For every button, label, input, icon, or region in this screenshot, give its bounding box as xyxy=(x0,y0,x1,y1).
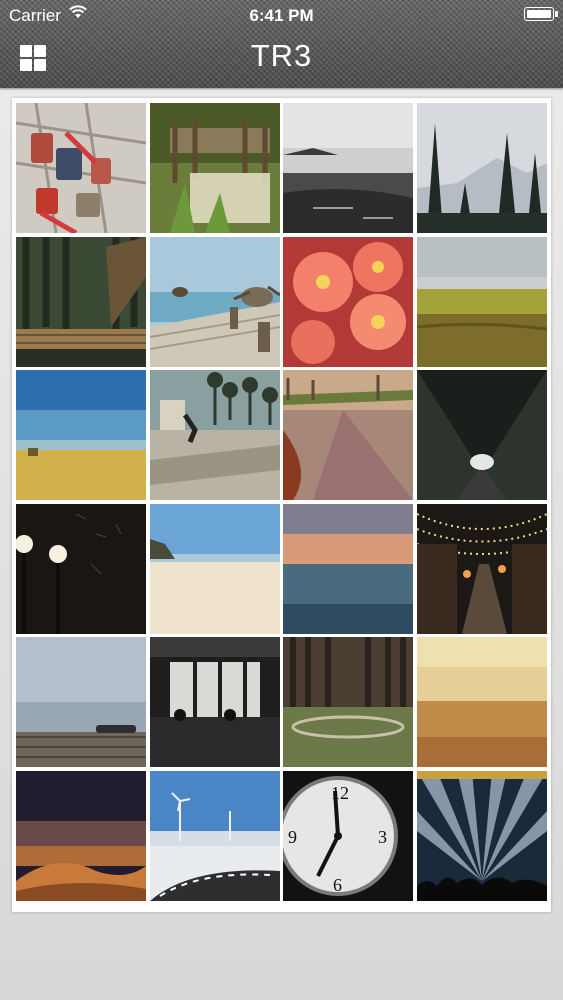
photo-image xyxy=(16,771,146,901)
svg-text:9: 9 xyxy=(288,827,297,847)
photo-image xyxy=(283,237,413,367)
photo-tile-wind-turbines-road[interactable] xyxy=(150,771,280,901)
photo-image xyxy=(417,370,547,500)
photo-image xyxy=(150,103,280,233)
photo-tile-street-lamps-night[interactable] xyxy=(16,504,146,634)
photo-image xyxy=(150,504,280,634)
photo-tile-concert-stage-lights[interactable] xyxy=(417,771,547,901)
svg-text:3: 3 xyxy=(378,827,387,847)
photo-tile-coral-flowers[interactable] xyxy=(283,237,413,367)
photo-tile-clock-face[interactable]: 12 3 6 9 xyxy=(283,771,413,901)
photo-image xyxy=(16,237,146,367)
photo-tile-skateboarder-palm-trees[interactable] xyxy=(150,370,280,500)
photo-tile-pine-forest-clearing[interactable] xyxy=(283,637,413,767)
clock: 6:41 PM xyxy=(249,6,314,25)
photo-image xyxy=(16,504,146,634)
page-title: TR3 xyxy=(250,38,313,73)
photo-tile-desert-dunes-dusk[interactable] xyxy=(16,771,146,901)
svg-text:6: 6 xyxy=(333,875,342,895)
battery-icon xyxy=(524,7,558,21)
photo-tile-sandy-beach[interactable] xyxy=(150,504,280,634)
photo-image xyxy=(417,103,547,233)
photo-tile-blue-sky-wheat-field[interactable] xyxy=(16,370,146,500)
photo-image xyxy=(150,771,280,901)
photo-image xyxy=(417,771,547,901)
photo-tile-tree-tunnel-road[interactable] xyxy=(417,370,547,500)
photo-image xyxy=(16,103,146,233)
photo-tile-foggy-lake[interactable] xyxy=(283,103,413,233)
svg-text:12: 12 xyxy=(331,783,349,803)
photo-tile-golden-wheat-field[interactable] xyxy=(417,237,547,367)
photo-image xyxy=(16,370,146,500)
photo-image xyxy=(417,237,547,367)
photo-image xyxy=(16,637,146,767)
photo-grid-card: 12 3 6 9 xyxy=(12,98,551,912)
photo-grid: 12 3 6 9 xyxy=(16,103,547,903)
navigation-bar: Carrier 6:41 PM TR3 xyxy=(0,0,563,88)
photo-image xyxy=(417,504,547,634)
photo-tile-pine-trees-mountains[interactable] xyxy=(417,103,547,233)
photo-tile-misty-sunset-sea[interactable] xyxy=(283,504,413,634)
photo-tile-wooden-deck-misty-sea[interactable] xyxy=(16,637,146,767)
photo-tile-string-lights-street[interactable] xyxy=(417,504,547,634)
photo-image xyxy=(417,637,547,767)
photo-tile-desert-horizon[interactable] xyxy=(417,637,547,767)
photo-image: 12 3 6 9 xyxy=(283,771,413,901)
photo-image xyxy=(283,103,413,233)
photo-image xyxy=(150,637,280,767)
photo-image xyxy=(283,370,413,500)
photo-image xyxy=(283,504,413,634)
photo-image xyxy=(283,637,413,767)
photo-tile-cafe-window-silhouettes[interactable] xyxy=(150,637,280,767)
photo-tile-pelicans-on-pier[interactable] xyxy=(150,237,280,367)
photo-tile-autumn-leaves-path[interactable] xyxy=(283,370,413,500)
photo-tile-padlocks-on-fence[interactable] xyxy=(16,103,146,233)
photo-image xyxy=(150,237,280,367)
photo-tile-forest-boardwalk[interactable] xyxy=(16,237,146,367)
photo-image xyxy=(150,370,280,500)
status-bar: Carrier 6:41 PM xyxy=(0,0,563,30)
photo-tile-wooden-pier-in-water[interactable] xyxy=(150,103,280,233)
